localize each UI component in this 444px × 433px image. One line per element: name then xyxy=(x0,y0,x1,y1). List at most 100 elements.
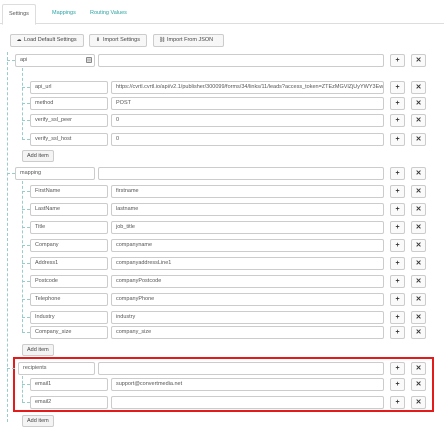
row-value[interactable]: lastname xyxy=(111,203,384,216)
add-child-button[interactable]: + xyxy=(390,203,405,216)
remove-button[interactable]: ✕ xyxy=(411,167,426,180)
add-child-button[interactable]: + xyxy=(390,257,405,270)
tree-branch xyxy=(7,173,15,174)
remove-button[interactable]: ✕ xyxy=(411,257,426,270)
group-key-api[interactable]: api xyxy=(15,54,95,67)
import-json-button[interactable]: ⛓ Import From JSON xyxy=(153,34,224,47)
remove-button[interactable]: ✕ xyxy=(411,114,426,127)
tree-branch xyxy=(22,317,30,318)
remove-button[interactable]: ✕ xyxy=(411,326,426,339)
add-child-button[interactable]: + xyxy=(390,221,405,234)
import-settings-button[interactable]: ⬇ Import Settings xyxy=(89,34,147,47)
row-key[interactable]: LastName xyxy=(30,203,108,216)
group-key-mapping[interactable]: mapping xyxy=(15,167,95,180)
row-key[interactable]: Industry xyxy=(30,311,108,324)
cloud-download-icon: ☁ xyxy=(16,37,22,43)
tree-branch xyxy=(22,87,30,88)
tab-bar: Settings Mappings Routing Values xyxy=(0,0,444,25)
row-value[interactable]: job_title xyxy=(111,221,384,234)
add-child-button[interactable]: + xyxy=(390,311,405,324)
tree-branch xyxy=(22,402,30,403)
add-child-button[interactable]: + xyxy=(390,275,405,288)
add-child-button[interactable]: + xyxy=(390,326,405,339)
row-value[interactable]: industry xyxy=(111,311,384,324)
row-value[interactable]: companyPostcode xyxy=(111,275,384,288)
tree-branch xyxy=(22,209,30,210)
tree-branch xyxy=(22,384,30,385)
row-key[interactable]: Title xyxy=(30,221,108,234)
add-child-button[interactable]: + xyxy=(390,239,405,252)
tab-mappings[interactable]: Mappings xyxy=(46,4,82,25)
row-value[interactable]: 0 xyxy=(111,133,384,146)
add-child-button[interactable]: + xyxy=(390,133,405,146)
add-child-button[interactable]: + xyxy=(390,54,405,67)
add-child-button[interactable]: + xyxy=(390,293,405,306)
tree-branch xyxy=(7,368,15,369)
tree-branch xyxy=(22,281,30,282)
row-key[interactable]: email2 xyxy=(30,396,108,409)
remove-button[interactable]: ✕ xyxy=(411,275,426,288)
add-child-button[interactable]: + xyxy=(390,396,405,409)
remove-button[interactable]: ✕ xyxy=(411,362,426,375)
row-value[interactable]: support@convertmedia.net xyxy=(111,378,384,391)
type-toggle-icon[interactable]: ▤ xyxy=(86,57,92,63)
add-child-button[interactable]: + xyxy=(390,378,405,391)
row-value[interactable] xyxy=(111,396,384,409)
row-key[interactable]: Company_size xyxy=(30,326,108,339)
row-value[interactable]: 0 xyxy=(111,114,384,127)
remove-button[interactable]: ✕ xyxy=(411,97,426,110)
group-key-recipients[interactable]: recipients xyxy=(18,362,95,375)
add-child-button[interactable]: + xyxy=(390,81,405,94)
row-key[interactable]: Postcode xyxy=(30,275,108,288)
add-child-button[interactable]: + xyxy=(390,362,405,375)
remove-button[interactable]: ✕ xyxy=(411,378,426,391)
add-child-button[interactable]: + xyxy=(390,97,405,110)
remove-button[interactable]: ✕ xyxy=(411,81,426,94)
add-item-button[interactable]: Add item xyxy=(22,150,54,162)
add-child-button[interactable]: + xyxy=(390,114,405,127)
group-value-api[interactable] xyxy=(98,54,384,67)
row-key[interactable]: verify_ssl_host xyxy=(30,133,108,146)
remove-button[interactable]: ✕ xyxy=(411,293,426,306)
remove-button[interactable]: ✕ xyxy=(411,221,426,234)
remove-button[interactable]: ✕ xyxy=(411,203,426,216)
add-child-button[interactable]: + xyxy=(390,167,405,180)
load-default-label: Load Default Settings xyxy=(24,37,77,43)
row-key[interactable]: verify_ssl_peer xyxy=(30,114,108,127)
tree-line xyxy=(22,68,23,140)
tree-branch xyxy=(22,227,30,228)
add-item-button[interactable]: Add item xyxy=(22,415,54,427)
row-value[interactable]: companyPhone xyxy=(111,293,384,306)
tree-branch xyxy=(22,120,30,121)
row-key[interactable]: FirstName xyxy=(30,185,108,198)
row-key[interactable]: email1 xyxy=(30,378,108,391)
add-item-button[interactable]: Add item xyxy=(22,344,54,356)
group-value-mapping[interactable] xyxy=(98,167,384,180)
remove-button[interactable]: ✕ xyxy=(411,54,426,67)
remove-button[interactable]: ✕ xyxy=(411,311,426,324)
row-value[interactable]: company_size xyxy=(111,326,384,339)
row-key[interactable]: Company xyxy=(30,239,108,252)
add-child-button[interactable]: + xyxy=(390,185,405,198)
row-key[interactable]: method xyxy=(30,97,108,110)
tab-settings[interactable]: Settings xyxy=(2,4,36,25)
row-value[interactable]: firstname xyxy=(111,185,384,198)
row-value[interactable]: POST xyxy=(111,97,384,110)
tree-branch xyxy=(22,299,30,300)
row-key[interactable]: api_url xyxy=(30,81,108,94)
row-value[interactable]: https://cvrtl.cvrtl.io/api/v2.1/publishe… xyxy=(111,81,384,94)
tree-branch xyxy=(22,245,30,246)
tree-branch xyxy=(22,191,30,192)
group-value-recipients[interactable] xyxy=(98,362,384,375)
remove-button[interactable]: ✕ xyxy=(411,396,426,409)
row-value[interactable]: companyaddressLine1 xyxy=(111,257,384,270)
row-value[interactable]: companyname xyxy=(111,239,384,252)
tab-routing-values[interactable]: Routing Values xyxy=(84,4,133,25)
row-key[interactable]: Address1 xyxy=(30,257,108,270)
load-default-settings-button[interactable]: ☁ Load Default Settings xyxy=(10,34,84,47)
remove-button[interactable]: ✕ xyxy=(411,185,426,198)
remove-button[interactable]: ✕ xyxy=(411,133,426,146)
import-json-label: Import From JSON xyxy=(167,37,214,43)
remove-button[interactable]: ✕ xyxy=(411,239,426,252)
row-key[interactable]: Telephone xyxy=(30,293,108,306)
